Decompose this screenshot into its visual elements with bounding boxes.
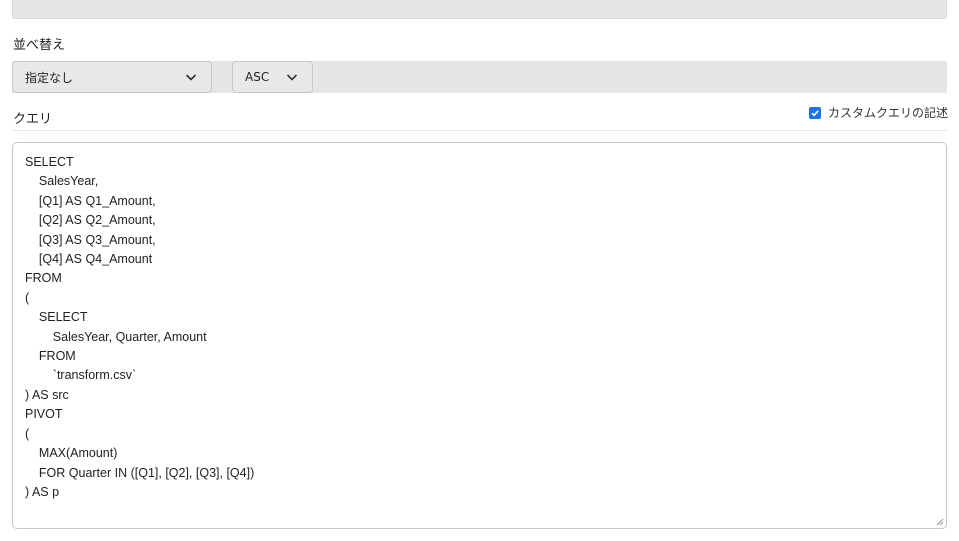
query-textarea[interactable]: SELECT SalesYear, [Q1] AS Q1_Amount, [Q2… <box>25 153 934 502</box>
custom-query-checkbox[interactable] <box>808 106 821 119</box>
resize-handle-icon[interactable] <box>936 518 944 526</box>
sort-field-select[interactable]: 指定なし <box>12 61 212 93</box>
query-section-label: クエリ <box>13 112 53 127</box>
sort-order-value: ASC <box>245 70 270 84</box>
section-divider <box>12 130 947 131</box>
check-icon <box>811 109 819 117</box>
custom-query-toggle[interactable]: カスタムクエリの記述 <box>808 104 948 121</box>
query-settings-panel: 並べ替え 指定なし ASC クエリ カスタムクエリの記述 SELECT Sale… <box>0 0 959 541</box>
sort-field-value: 指定なし <box>25 70 74 85</box>
previous-section-band <box>12 0 947 19</box>
chevron-down-icon <box>286 74 298 81</box>
custom-query-label: カスタムクエリの記述 <box>827 106 948 120</box>
query-editor[interactable]: SELECT SalesYear, [Q1] AS Q1_Amount, [Q2… <box>12 142 947 529</box>
chevron-down-icon <box>185 74 197 81</box>
sort-order-select[interactable]: ASC <box>232 61 313 93</box>
sort-section-label: 並べ替え <box>13 38 66 53</box>
